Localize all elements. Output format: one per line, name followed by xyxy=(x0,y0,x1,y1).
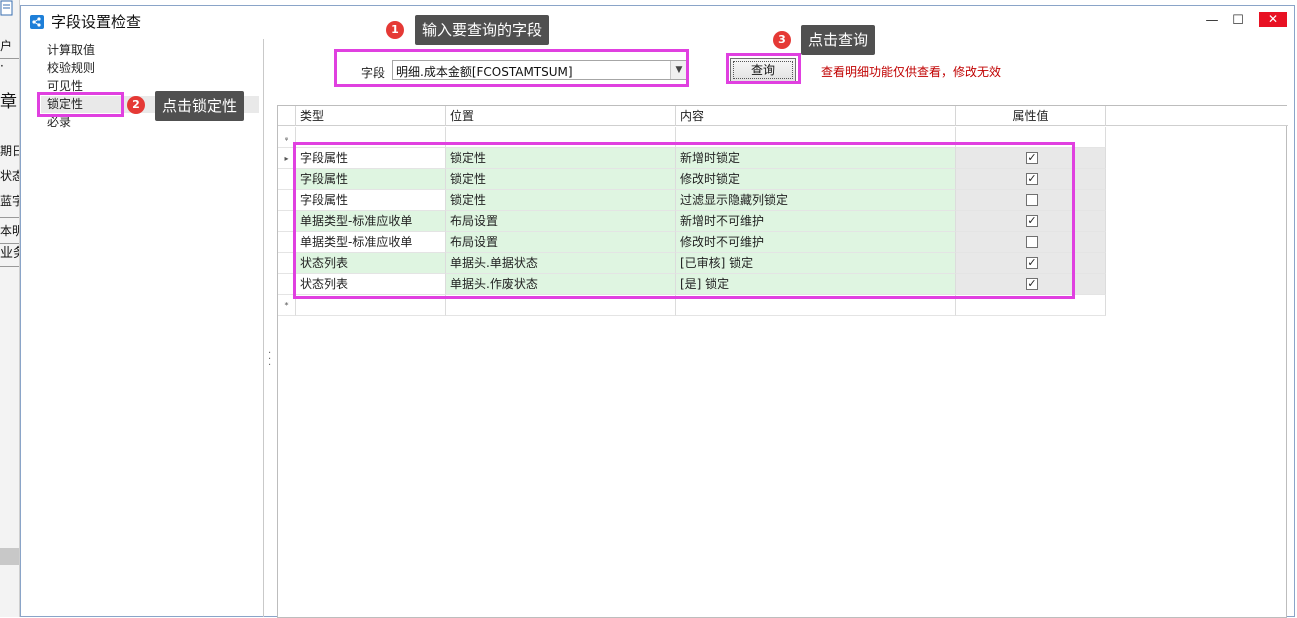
app-icon xyxy=(30,15,44,29)
readonly-notice: 查看明细功能仅供查看，修改无效 xyxy=(821,65,1002,79)
background-label: · xyxy=(0,59,4,73)
row-indicator-header xyxy=(278,106,296,126)
column-header-type[interactable]: 类型 xyxy=(296,106,446,126)
settings-category-nav: 计算取值 校验规则 可见性 锁定性 必录 xyxy=(27,39,264,617)
background-divider xyxy=(0,217,19,218)
nav-item-calculation[interactable]: 计算取值 xyxy=(47,42,95,59)
background-label: 状态 xyxy=(0,169,19,183)
highlight-nav-lock xyxy=(37,92,124,117)
maximize-button[interactable]: ☐ xyxy=(1227,12,1249,30)
background-label: 章 xyxy=(0,92,17,112)
column-header-location[interactable]: 位置 xyxy=(446,106,676,126)
highlight-field-select xyxy=(334,49,689,87)
nav-item-validation[interactable]: 校验规则 xyxy=(47,60,95,77)
column-header-content[interactable]: 内容 xyxy=(676,106,956,126)
background-label: 期日 xyxy=(0,144,19,158)
splitter-handle[interactable]: · · · xyxy=(268,349,271,371)
background-divider xyxy=(0,266,19,267)
column-header-value[interactable]: 属性值 xyxy=(956,106,1106,126)
close-button[interactable]: ✕ xyxy=(1259,12,1287,27)
highlight-query-button xyxy=(726,53,801,84)
minimize-button[interactable]: — xyxy=(1201,12,1223,30)
background-doc-icon xyxy=(0,0,19,20)
window-title: 字段设置检查 xyxy=(51,13,142,31)
background-app-panel: 户 · 章 期日 状态 蓝字 本明 业务 xyxy=(0,0,20,617)
background-label: 户 xyxy=(0,39,13,53)
grid-header: 类型 位置 内容 属性值 xyxy=(278,106,1288,126)
step-1-callout: 输入要查询的字段 xyxy=(415,15,550,45)
background-scrollbar xyxy=(0,548,19,565)
highlight-results xyxy=(293,142,1075,299)
step-2-callout: 点击锁定性 xyxy=(155,91,245,121)
background-label: 本明 xyxy=(0,224,19,238)
background-label: 业务 xyxy=(0,246,19,261)
step-1-badge: 1 xyxy=(386,21,404,39)
step-3-badge: 3 xyxy=(773,31,791,49)
title-bar[interactable]: 字段设置检查 — ☐ ✕ xyxy=(21,6,1294,36)
background-label: 蓝字 xyxy=(0,194,19,208)
step-2-badge: 2 xyxy=(127,96,145,114)
step-3-callout: 点击查询 xyxy=(801,25,876,55)
